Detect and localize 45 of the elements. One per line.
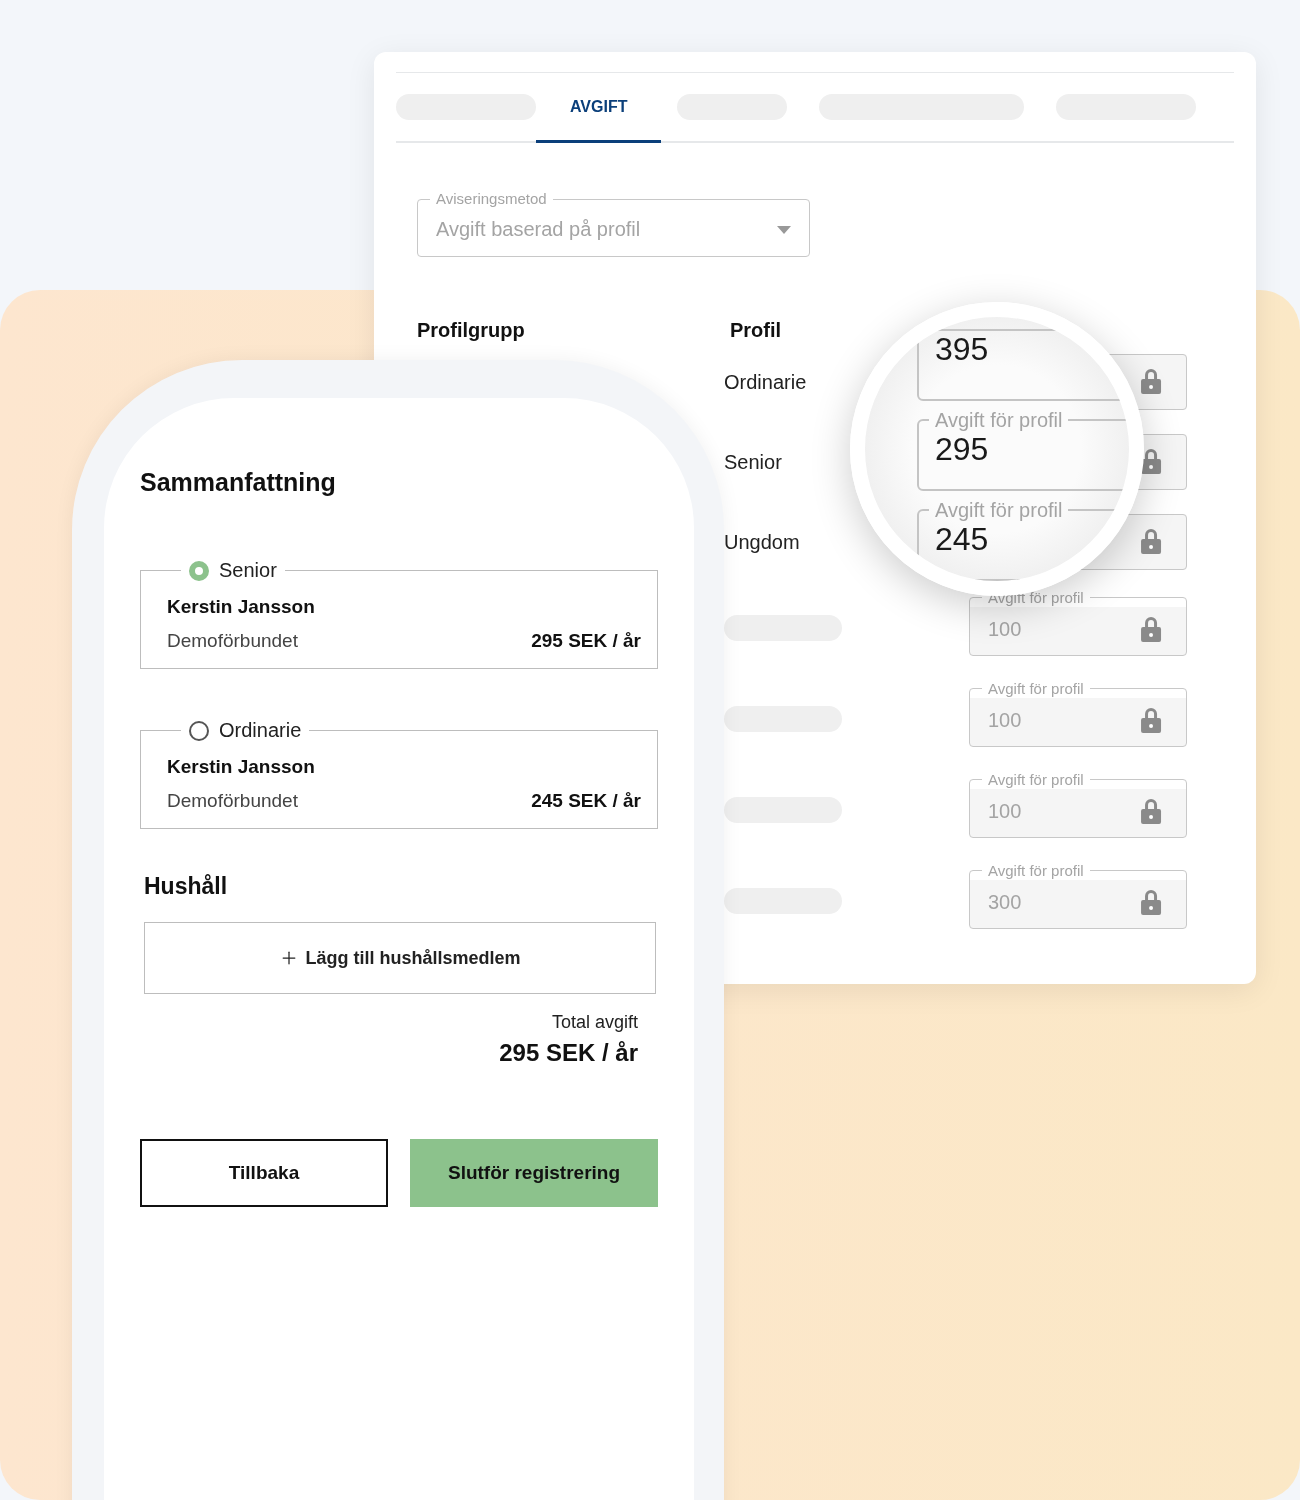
membership-option[interactable]: Senior Kerstin Jansson Demoförbundet 295 SEK / år [140,559,658,669]
field-value: 100 [988,617,1022,641]
field-label: Avgift för profil [934,409,1064,431]
option-label: Ordinarie [219,719,302,742]
back-button[interactable]: Tillbaka [140,1139,388,1207]
field-value: 100 [988,799,1022,823]
section-heading: Hushåll [144,873,229,900]
field-value: 245 [935,521,989,558]
option-price: 245 SEK / år [531,790,641,812]
organization-name: Demoförbundet [167,790,298,812]
lock-icon [1139,368,1162,394]
lock-icon [1139,528,1162,554]
add-member-button[interactable]: Lägg till hushållsmedlem [144,922,656,994]
dropdown-caret-icon [777,225,791,234]
option-label: Senior [219,559,277,582]
field-label: Avgift för profil [934,499,1064,521]
column-header: Profilgrupp [417,319,525,342]
radio-button[interactable] [189,720,209,741]
profile-name: Senior [724,450,782,474]
organization-name: Demoförbundet [167,630,298,652]
profile-name: Ungdom [724,530,800,554]
field-label: Avgift för profil [987,680,1085,697]
field-label: Avgift för profil [987,862,1085,879]
summary-title: Sammanfattning [140,468,337,497]
total-label: Total avgift [551,1012,638,1033]
total-value: 295 SEK / år [499,1039,638,1067]
field-value: 395 [935,331,989,368]
tab[interactable]: AVGIFT [536,73,662,143]
membership-option[interactable]: Ordinarie Kerstin Jansson Demoförbundet 245 SEK / år [140,719,658,829]
radio-button[interactable] [189,560,209,581]
member-name: Kerstin Jansson [167,756,316,778]
option-price: 295 SEK / år [531,630,641,652]
field-value: 100 [988,708,1022,732]
field-label: Aviseringsmetod [435,191,548,208]
member-name: Kerstin Jansson [167,596,316,618]
column-header: Profil [730,319,782,342]
field-label: Avgift för profil [987,771,1085,788]
lock-icon [1139,889,1162,916]
lock-icon [1139,798,1162,825]
profile-name: Ordinarie [724,370,807,394]
field-value: 295 [935,431,989,468]
lock-icon [1139,707,1162,734]
lock-icon [1139,616,1162,643]
finish-button[interactable]: Slutför registrering [410,1139,658,1207]
field-value: 300 [988,890,1022,914]
